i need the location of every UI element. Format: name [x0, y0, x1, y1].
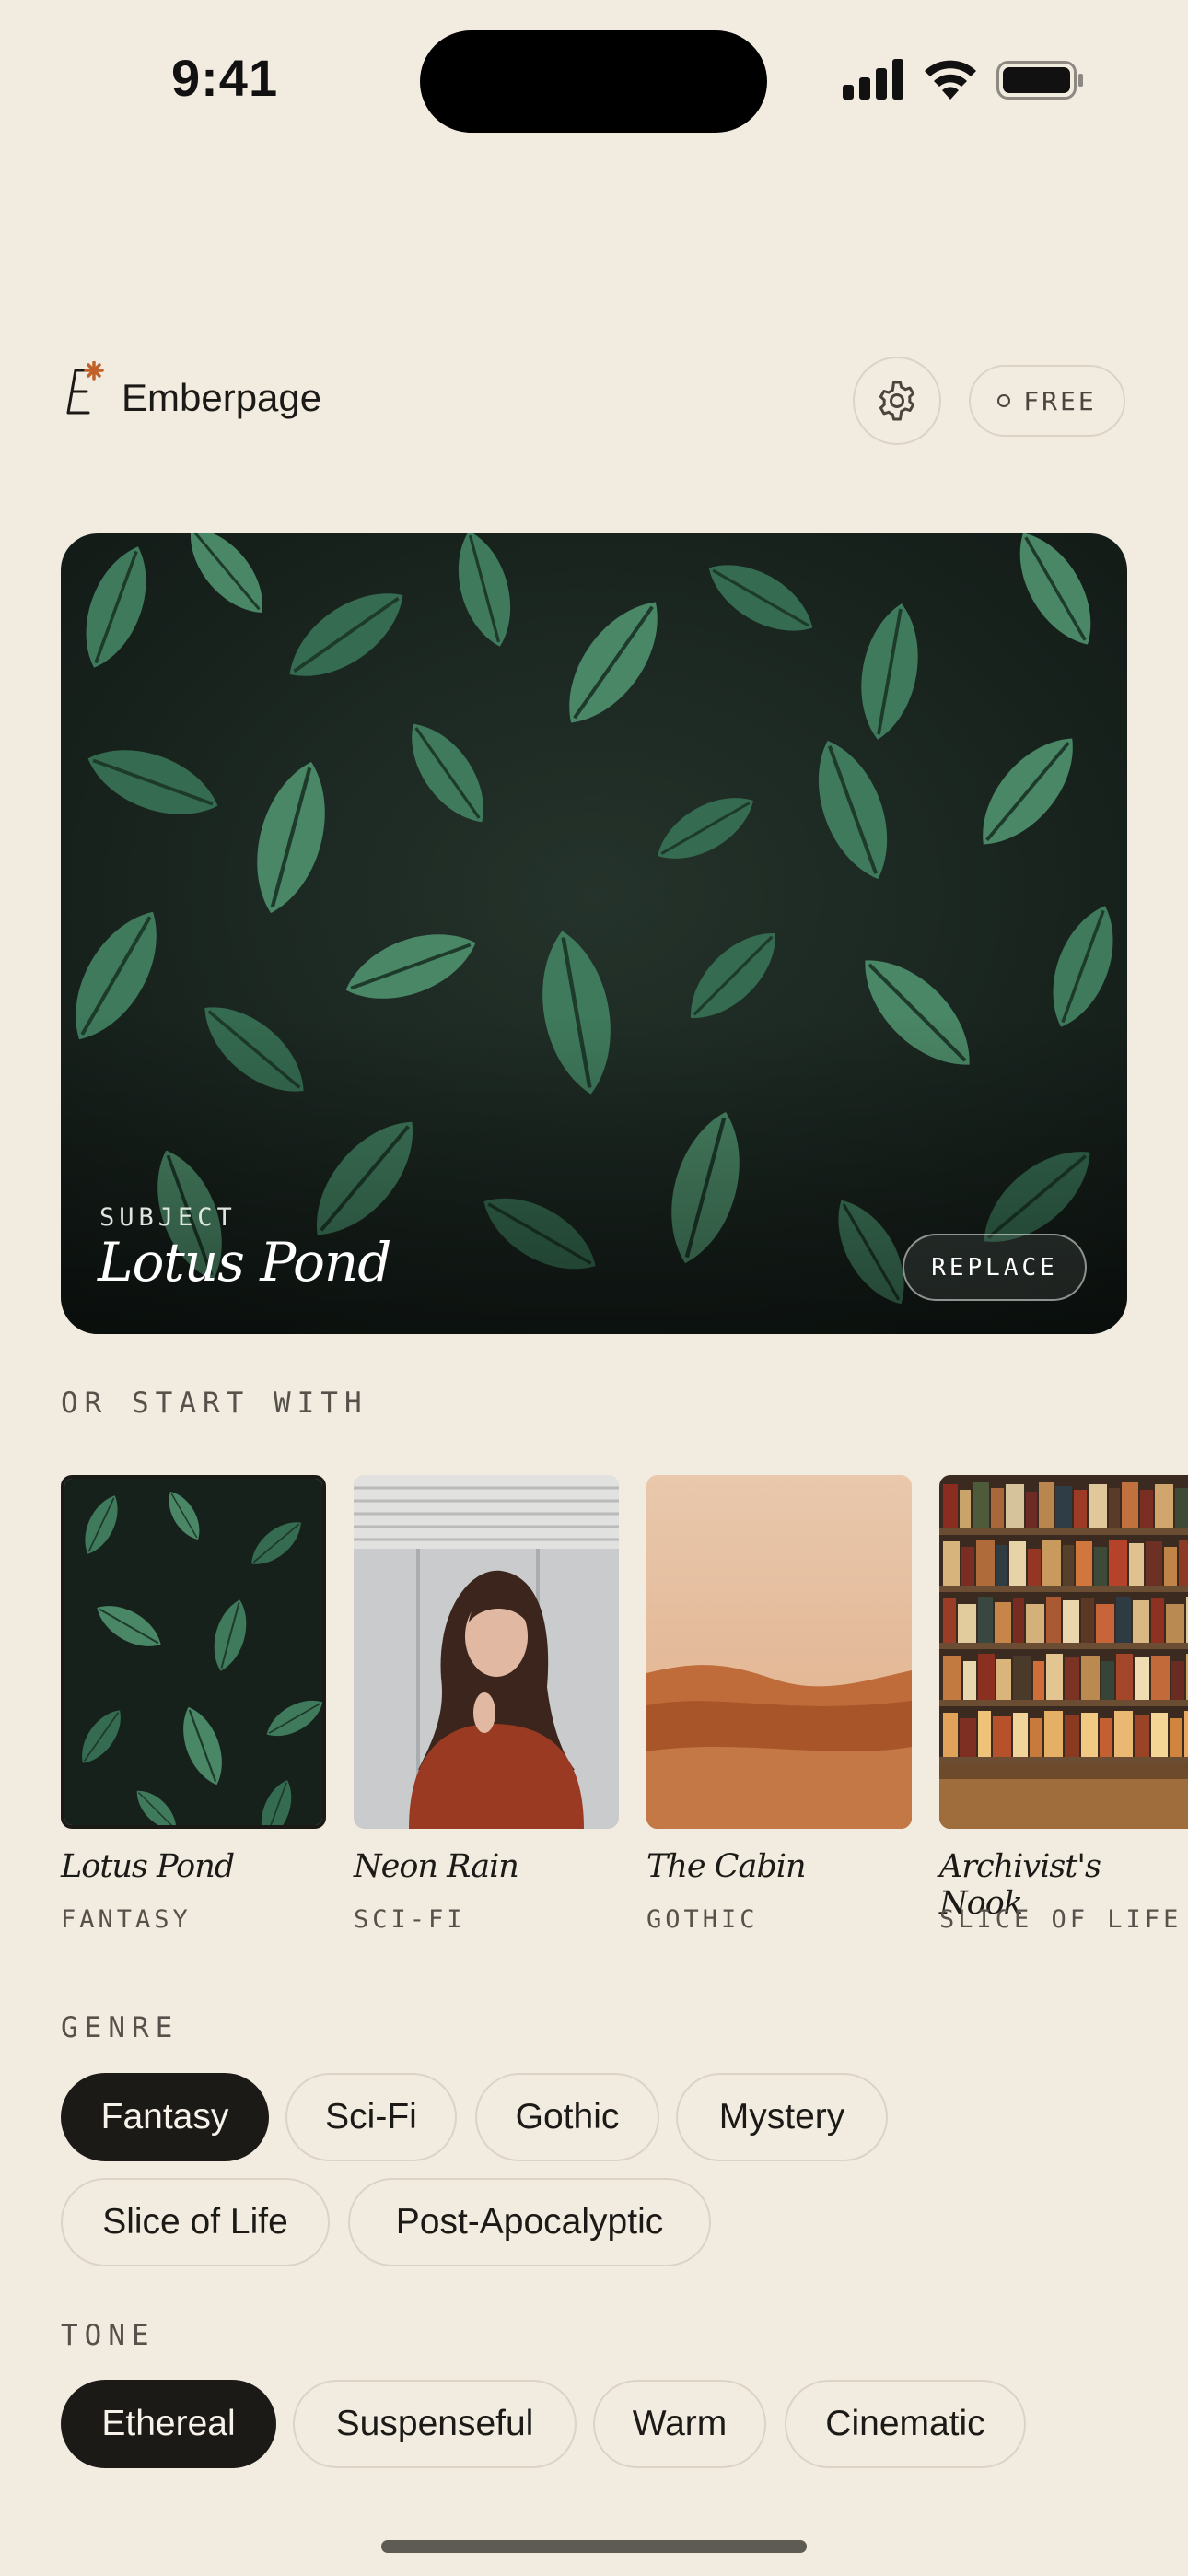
starter-card-archivists-nook[interactable] — [939, 1475, 1188, 1829]
starter-genre: GOTHIC — [646, 1905, 759, 1934]
genre-chip-slice-of-life[interactable]: Slice of Life — [61, 2178, 330, 2266]
hero-kicker: SUBJECT — [99, 1203, 237, 1232]
starter-genre: SLICE OF LIFE — [939, 1905, 1182, 1934]
starter-thumbnail — [64, 1479, 322, 1825]
gear-icon — [879, 381, 915, 421]
tone-chip-suspenseful[interactable]: Suspenseful — [293, 2380, 577, 2468]
genre-label: GENRE — [61, 2011, 180, 2044]
plan-status-dot-icon — [997, 394, 1011, 407]
genre-chip-gothic[interactable]: Gothic — [475, 2073, 659, 2161]
brand-name: Emberpage — [122, 376, 322, 419]
starter-title: Neon Rain — [354, 1848, 519, 1885]
plan-label: FREE — [1023, 385, 1097, 416]
replace-button[interactable]: REPLACE — [903, 1234, 1087, 1301]
starter-card-the-cabin[interactable] — [646, 1475, 912, 1829]
starter-card-lotus-pond[interactable] — [61, 1475, 326, 1829]
starter-genre: FANTASY — [61, 1905, 192, 1934]
cellular-signal-icon — [843, 59, 903, 100]
starter-card-neon-rain[interactable] — [354, 1475, 619, 1829]
starter-thumbnail — [646, 1475, 912, 1829]
wifi-icon — [925, 60, 976, 100]
status-time: 9:41 — [171, 49, 279, 107]
genre-chip-fantasy[interactable]: Fantasy — [61, 2073, 269, 2161]
home-indicator[interactable] — [381, 2540, 807, 2553]
genre-chip-post-apocalyptic[interactable]: Post-Apocalyptic — [348, 2178, 711, 2266]
plan-badge-button[interactable]: FREE — [969, 365, 1125, 437]
tone-label: TONE — [61, 2319, 156, 2352]
settings-button[interactable] — [853, 357, 941, 445]
tone-chip-cinematic[interactable]: Cinematic — [785, 2380, 1026, 2468]
starter-thumbnail — [939, 1475, 1188, 1829]
starter-title: The Cabin — [646, 1848, 807, 1885]
brand-logo-icon — [66, 361, 104, 415]
genre-chip-mystery[interactable]: Mystery — [676, 2073, 888, 2161]
starter-thumbnail — [354, 1475, 619, 1829]
genre-chip-sci-fi[interactable]: Sci-Fi — [285, 2073, 457, 2161]
starter-genre: SCI-FI — [354, 1905, 466, 1934]
hero-title: Lotus Pond — [98, 1231, 391, 1294]
tone-chip-warm[interactable]: Warm — [593, 2380, 766, 2468]
battery-icon — [996, 61, 1083, 100]
dynamic-island — [420, 30, 767, 133]
starters-label: OR START WITH — [61, 1387, 368, 1420]
tone-chip-ethereal[interactable]: Ethereal — [61, 2380, 276, 2468]
starter-title: Lotus Pond — [61, 1848, 235, 1885]
